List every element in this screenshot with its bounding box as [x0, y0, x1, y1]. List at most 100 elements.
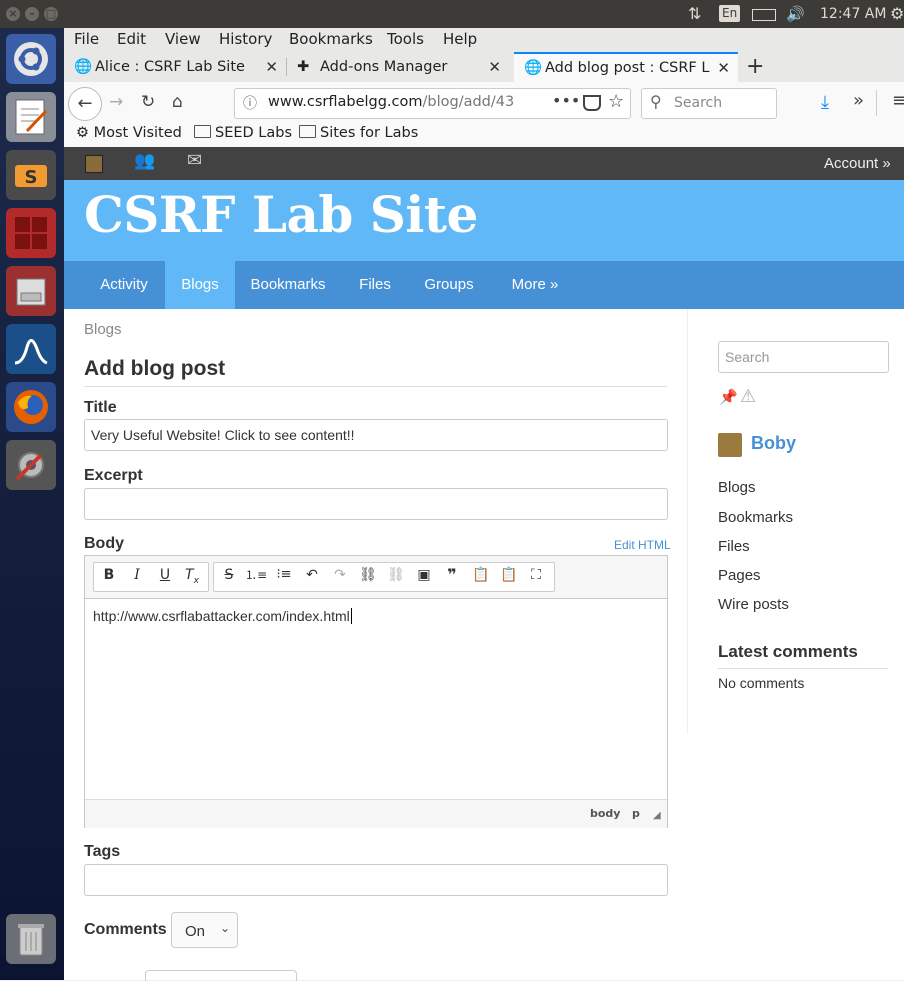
- back-arrow-icon[interactable]: ←: [68, 87, 102, 121]
- tab-alice-csrf[interactable]: 🌐 Alice : CSRF Lab Site ✕: [64, 52, 286, 82]
- friends-icon[interactable]: 👥: [134, 151, 155, 171]
- comments-select[interactable]: On ⌄: [171, 912, 238, 948]
- tab-title: Alice : CSRF Lab Site: [95, 59, 245, 75]
- tab-close-icon[interactable]: ✕: [265, 52, 278, 82]
- menu-edit[interactable]: Edit: [117, 30, 146, 48]
- messages-envelope-icon[interactable]: ✉: [187, 150, 202, 171]
- home-icon[interactable]: ⌂: [172, 92, 183, 112]
- excerpt-input[interactable]: [84, 488, 668, 520]
- sidebar-search-input[interactable]: Search: [718, 341, 889, 373]
- resize-handle-icon[interactable]: ◢: [653, 810, 661, 821]
- menu-help[interactable]: Help: [443, 30, 477, 48]
- reload-icon[interactable]: ↻: [141, 92, 155, 112]
- overflow-chevron-icon[interactable]: »: [853, 90, 864, 111]
- link-icon[interactable]: ⛓: [357, 564, 379, 586]
- nav-more[interactable]: More »: [500, 261, 570, 309]
- system-settings-icon[interactable]: [6, 440, 56, 490]
- menu-view[interactable]: View: [165, 30, 201, 48]
- sidebar-link-wire-posts[interactable]: Wire posts: [718, 596, 789, 613]
- sidebar-link-pages[interactable]: Pages: [718, 567, 761, 584]
- undo-icon[interactable]: ↶: [301, 564, 323, 586]
- user-avatar-icon[interactable]: [85, 155, 103, 173]
- nav-blogs[interactable]: Blogs: [165, 261, 235, 309]
- italic-icon[interactable]: I: [126, 564, 148, 586]
- forward-arrow-icon[interactable]: →: [109, 92, 123, 112]
- sublime-text-icon[interactable]: S: [6, 150, 56, 200]
- bookmark-most-visited[interactable]: ⚙ Most Visited: [76, 125, 182, 141]
- breadcrumb[interactable]: Blogs: [84, 321, 122, 338]
- bulleted-list-icon[interactable]: ⁝≡: [273, 564, 295, 586]
- hamburger-menu-icon[interactable]: ≡: [892, 90, 904, 111]
- window-minimize-button[interactable]: –: [25, 7, 39, 21]
- element-path[interactable]: body p: [590, 807, 640, 820]
- main-content: Blogs Add blog post Title Very Useful We…: [64, 309, 904, 981]
- sidebar-user-name[interactable]: Boby: [751, 433, 796, 454]
- numbered-list-icon[interactable]: ⒈≡: [245, 564, 267, 586]
- maximize-icon[interactable]: ⛶: [525, 564, 547, 586]
- nav-activity[interactable]: Activity: [84, 261, 164, 309]
- tab-close-icon[interactable]: ✕: [717, 54, 730, 82]
- url-bar[interactable]: ⓘ www.csrflabelgg.com/blog/add/43 ••• ☆: [234, 88, 631, 119]
- text-editor-icon[interactable]: [6, 92, 56, 142]
- trash-icon[interactable]: [6, 914, 56, 964]
- tags-input[interactable]: [84, 864, 668, 896]
- sidebar-link-bookmarks[interactable]: Bookmarks: [718, 509, 793, 526]
- underline-icon[interactable]: U: [154, 564, 176, 586]
- search-box[interactable]: ⚲ Search: [641, 88, 777, 119]
- bookmark-label: SEED Labs: [215, 125, 293, 141]
- pocket-icon[interactable]: [583, 95, 601, 111]
- user-avatar[interactable]: [718, 433, 742, 457]
- tab-close-icon[interactable]: ✕: [488, 52, 501, 82]
- network-icon[interactable]: ⇅: [688, 0, 701, 28]
- tab-addons-manager[interactable]: ✚ Add-ons Manager ✕: [287, 52, 509, 82]
- battery-icon[interactable]: [752, 9, 776, 21]
- keyboard-layout-indicator[interactable]: En: [719, 5, 741, 22]
- nav-files[interactable]: Files: [348, 261, 402, 309]
- bookmark-seed-labs[interactable]: SEED Labs: [194, 125, 292, 141]
- pin-icon[interactable]: 📌: [719, 388, 738, 406]
- paste-icon[interactable]: 📋: [470, 564, 492, 586]
- menu-bookmarks[interactable]: Bookmarks: [289, 30, 373, 48]
- title-input[interactable]: Very Useful Website! Click to see conten…: [84, 419, 668, 451]
- sidebar-link-blogs[interactable]: Blogs: [718, 479, 756, 496]
- paste-text-icon[interactable]: 📋: [498, 564, 520, 586]
- remove-format-icon[interactable]: Tx: [181, 564, 203, 586]
- menu-tools[interactable]: Tools: [387, 30, 424, 48]
- blockquote-icon[interactable]: ❞: [441, 564, 463, 586]
- strikethrough-icon[interactable]: S: [218, 564, 240, 586]
- terminal-icon[interactable]: [6, 208, 56, 258]
- tab-add-blog-post[interactable]: 🌐 Add blog post : CSRF Lab ✕: [514, 52, 738, 82]
- bookmark-sites-for-labs[interactable]: Sites for Labs: [299, 125, 418, 141]
- submit-button-partial[interactable]: [145, 970, 297, 981]
- bookmark-star-icon[interactable]: ☆: [608, 91, 624, 112]
- settings-gear-icon[interactable]: ⚙: [890, 0, 904, 28]
- file-manager-icon[interactable]: [6, 266, 56, 316]
- edit-html-link[interactable]: Edit HTML: [614, 538, 671, 552]
- unlink-icon[interactable]: ⛓: [385, 564, 407, 586]
- window-close-button[interactable]: ×: [6, 7, 20, 21]
- volume-icon[interactable]: 🔊: [786, 0, 805, 28]
- page-actions-ellipsis-icon[interactable]: •••: [552, 91, 580, 110]
- window-maximize-button[interactable]: □: [44, 7, 58, 21]
- account-menu[interactable]: Account »: [824, 155, 891, 172]
- site-title[interactable]: CSRF Lab Site: [84, 185, 478, 244]
- nav-bookmarks[interactable]: Bookmarks: [240, 261, 336, 309]
- new-tab-plus-icon[interactable]: +: [746, 52, 764, 82]
- clock[interactable]: 12:47 AM: [820, 0, 886, 28]
- menu-history[interactable]: History: [219, 30, 272, 48]
- sidebar-link-files[interactable]: Files: [718, 538, 750, 555]
- nav-groups[interactable]: Groups: [414, 261, 484, 309]
- title-value: Very Useful Website! Click to see conten…: [91, 427, 355, 443]
- firefox-icon[interactable]: [6, 382, 56, 432]
- editor-content-area[interactable]: http://www.csrflabattacker.com/index.htm…: [85, 599, 667, 799]
- bold-icon[interactable]: B: [98, 564, 120, 586]
- page-info-icon[interactable]: ⓘ: [243, 93, 257, 113]
- download-arrow-icon[interactable]: ⤓: [821, 92, 829, 113]
- menu-file[interactable]: File: [74, 30, 99, 48]
- warning-icon[interactable]: ⚠: [740, 386, 756, 407]
- svg-text:S: S: [25, 167, 38, 188]
- redo-icon[interactable]: ↷: [329, 564, 351, 586]
- ubuntu-dash-icon[interactable]: [6, 34, 56, 84]
- image-icon[interactable]: ▣: [413, 564, 435, 586]
- wireshark-icon[interactable]: [6, 324, 56, 374]
